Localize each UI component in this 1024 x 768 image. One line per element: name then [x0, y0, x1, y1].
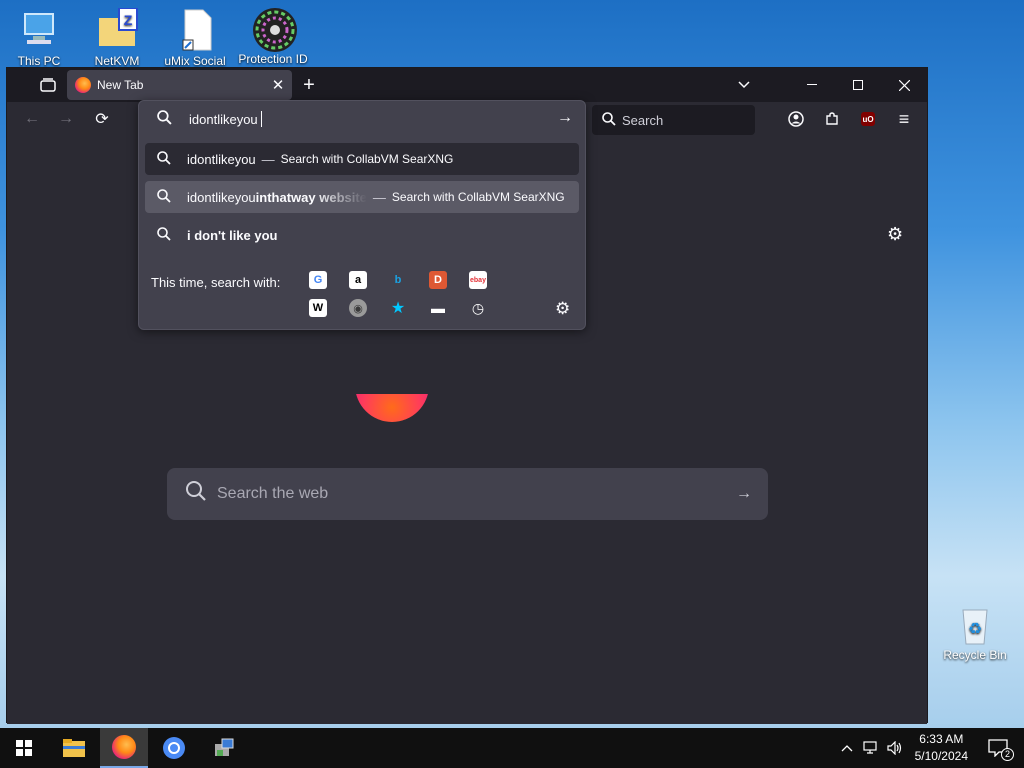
search-icon: [157, 188, 177, 206]
volume-icon[interactable]: [884, 728, 906, 768]
desktop-icon-this-pc[interactable]: This PC: [4, 8, 74, 68]
new-tab-button[interactable]: +: [297, 73, 321, 97]
wikipedia-icon[interactable]: W: [309, 299, 327, 317]
extensions-button[interactable]: [819, 107, 845, 131]
chromium-icon[interactable]: [150, 728, 198, 768]
maximize-button[interactable]: [835, 68, 881, 102]
urlbar-value: idontlikeyou: [189, 111, 258, 127]
taskbar: 6:33 AM 5/10/2024 2: [0, 728, 1024, 768]
search-bar-placeholder: Search: [622, 112, 664, 128]
desktop-icon-netkvm[interactable]: Z NetKVM: [82, 7, 152, 68]
suggestion-query: idontlikeyouinthatway website: [187, 190, 367, 205]
tab-bar: New Tab ✕ +: [7, 68, 927, 102]
system-clock[interactable]: 6:33 AM 5/10/2024: [915, 731, 968, 765]
tab-new-tab[interactable]: New Tab ✕: [67, 70, 292, 100]
web-search-placeholder: Search the web: [217, 485, 329, 502]
history-icon[interactable]: ◷: [469, 299, 487, 317]
tab-title: New Tab: [97, 78, 144, 92]
bing-icon[interactable]: b: [389, 271, 407, 289]
forward-button[interactable]: →: [53, 107, 79, 131]
svg-text:Z: Z: [124, 12, 133, 28]
suggestion-query: idontlikeyou: [187, 151, 256, 167]
network-app-icon[interactable]: [200, 728, 248, 768]
clock-date: 5/10/2024: [914, 749, 968, 763]
ublock-origin-button[interactable]: uO: [855, 107, 881, 131]
reload-button[interactable]: ⟳: [89, 107, 115, 131]
arrow-right-icon[interactable]: →: [736, 485, 752, 503]
file-explorer-icon[interactable]: [50, 728, 98, 768]
suggestion-action: Search with CollabVM SearXNG: [280, 152, 454, 166]
ebay-icon[interactable]: ebay: [469, 271, 487, 289]
suggestion-separator: —: [372, 189, 386, 205]
search-bar[interactable]: Search: [592, 105, 755, 135]
urlbar-dropdown: idontlikeyou → idontlikeyou — Search wit…: [138, 100, 586, 330]
search-icon: [157, 109, 177, 129]
show-hidden-icons-chevron-icon[interactable]: [838, 728, 856, 768]
suggestion-completion: inthatway website: [255, 189, 367, 205]
desktop-icon-umix-social[interactable]: uMix Social: [160, 8, 230, 68]
firefox-taskbar-icon[interactable]: [100, 728, 148, 768]
suggestion-separator: —: [261, 151, 275, 167]
suggestion-action: Search with CollabVM SearXNG: [391, 190, 565, 204]
search-icon: [157, 150, 177, 168]
text-caret: [260, 111, 262, 127]
network-icon[interactable]: [860, 728, 882, 768]
notification-count-badge: 2: [1001, 748, 1014, 761]
bookmarks-icon[interactable]: ★: [389, 299, 407, 317]
notifications-button[interactable]: 2: [978, 728, 1018, 768]
suggestion-row[interactable]: idontlikeyou — Search with CollabVM Sear…: [145, 143, 579, 175]
search-icon: [602, 111, 616, 129]
desktop-icon-protection-id[interactable]: Protection ID: [238, 6, 308, 66]
app-menu-button[interactable]: ≡: [891, 107, 917, 131]
firefox-logo-icon: [75, 77, 91, 93]
shortcut-file-icon: [173, 8, 217, 52]
disc-icon: [251, 6, 297, 52]
tab-close-button[interactable]: ✕: [268, 76, 288, 94]
recycle-bin-icon: ♻: [953, 602, 997, 646]
desktop-icon-label: This PC: [17, 54, 61, 68]
go-arrow-icon[interactable]: →: [557, 109, 573, 127]
suggestion-row[interactable]: i don't like you: [145, 219, 579, 251]
desktop-icon-label: uMix Social: [164, 54, 226, 68]
web-search-input[interactable]: Search the web →: [167, 468, 768, 520]
search-icon: [157, 226, 177, 244]
computer-icon: [17, 8, 61, 52]
close-window-button[interactable]: [881, 68, 927, 102]
firefox-view-icon[interactable]: [37, 75, 59, 95]
svg-text:♻: ♻: [968, 621, 982, 638]
duckduckgo-icon[interactable]: D: [429, 271, 447, 289]
ublock-icon: uO: [861, 112, 875, 126]
customize-gear-icon[interactable]: ⚙: [887, 224, 903, 245]
firefox-logo: [355, 394, 429, 422]
back-button[interactable]: ←: [19, 107, 45, 131]
searxng-icon[interactable]: ◉: [349, 299, 367, 317]
account-button[interactable]: [783, 107, 809, 131]
desktop-icon-recycle-bin[interactable]: ♻ Recycle Bin: [940, 602, 1010, 662]
clock-time: 6:33 AM: [919, 732, 964, 746]
amazon-icon[interactable]: a: [349, 271, 367, 289]
suggestion-query: i don't like you: [187, 227, 278, 243]
google-icon[interactable]: G: [309, 271, 327, 289]
search-settings-gear-icon[interactable]: ⚙: [555, 299, 570, 319]
search-icon: [185, 480, 207, 508]
suggestion-typed: idontlikeyou: [187, 189, 256, 205]
zip-folder-icon: Z: [95, 7, 139, 52]
suggestion-row[interactable]: idontlikeyouinthatway website — Search w…: [145, 181, 579, 213]
minimize-button[interactable]: [789, 68, 835, 102]
urlbar-input[interactable]: idontlikeyou →: [139, 101, 585, 137]
desktop-icon-label: Recycle Bin: [943, 648, 1007, 662]
start-button[interactable]: [0, 728, 48, 768]
tabs-icon[interactable]: ▬: [429, 299, 447, 317]
one-off-search-label: This time, search with:: [151, 275, 281, 290]
desktop-icon-label: NetKVM: [94, 54, 140, 68]
list-all-tabs-button[interactable]: [733, 75, 755, 95]
desktop-icon-label: Protection ID: [238, 52, 308, 66]
